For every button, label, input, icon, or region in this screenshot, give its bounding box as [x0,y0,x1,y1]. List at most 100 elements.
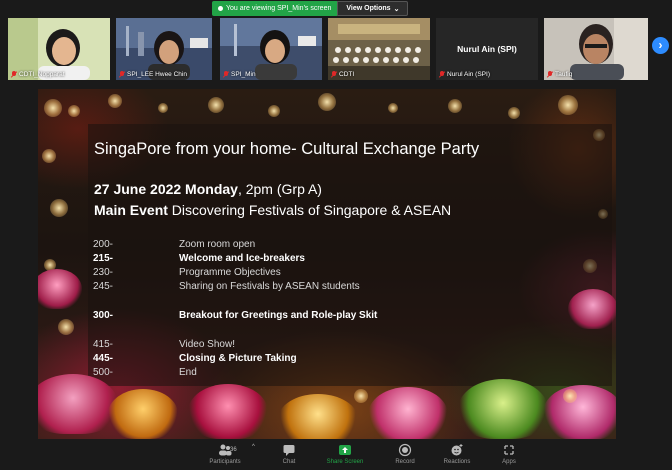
bokeh-light [508,107,520,119]
apps-button[interactable]: Apps [484,443,534,465]
bokeh-light [68,105,80,117]
slide-main-bold: Main Event [94,202,168,218]
microphone-muted-icon [223,71,229,78]
apps-label: Apps [502,459,516,465]
schedule-row: 215- Welcome and Ice-breakers [93,253,305,264]
schedule-item: End [179,367,197,378]
participant-tile[interactable]: SPI_Min [220,18,322,80]
share-screen-button[interactable]: Share Screen [320,443,370,465]
schedule-time: 300- [93,310,114,321]
participant-tile[interactable]: Taufiq [544,18,648,80]
chevron-right-icon[interactable]: › [652,37,669,54]
schedule-row: 300- Breakout for Greetings and Role-play… [93,310,377,321]
schedule-time: 415- [93,339,114,350]
schedule-row: 445- Closing & Picture Taking [93,353,297,364]
bokeh-light [58,319,74,335]
participant-tile[interactable]: CDTI [328,18,430,80]
chat-button[interactable]: Chat [264,443,314,465]
bokeh-light [268,105,280,117]
chat-icon [283,445,295,456]
slide-main-rest: Discovering Festivals of Singapore & ASE… [167,202,452,218]
slide-date-rest: , 2pm (Grp A) [237,181,322,197]
participants-button[interactable]: Participants 36 [200,443,250,465]
slide-date-bold: 27 June 2022 Monday [94,181,238,197]
schedule-time: 445- [93,353,114,364]
participant-name-tag: Nurul Ain (SPI) [439,71,490,78]
participant-tile[interactable]: Nurul Ain (SPI) Nurul Ain (SPI) [436,18,538,80]
record-label: Record [395,459,415,465]
participant-display-name: Nurul Ain (SPI) [457,44,517,54]
participant-name-tag: SPI_Min [223,71,256,78]
screen-share-banner: You are viewing SPI_Min's screen View Op… [212,1,409,16]
zoom-meeting-window: You are viewing SPI_Min's screen View Op… [0,0,672,470]
participant-tile[interactable]: SPI_LEE Hwee Chin [116,18,212,80]
reactions-label: Reactions [443,459,471,465]
participant-name-tag: CDTI [331,71,354,78]
participant-name-tag: Taufiq [547,71,572,78]
reactions-icon [451,444,463,456]
video-gallery-strip: CDTI_Nopparat SPI_LEE Hwee Chin SPI_Min … [8,18,648,80]
view-options-label: View Options [346,5,391,12]
chevron-down-icon: ⌄ [393,5,400,13]
floral-decoration [543,385,616,439]
participant-name: SPI_Min [231,71,256,78]
candle-light [563,389,577,403]
participants-count: 36 [230,447,237,453]
slide-title: SingaPore from your home- Cultural Excha… [94,140,480,158]
view-options-button[interactable]: View Options ⌄ [337,1,409,16]
schedule-time: 245- [93,281,114,292]
bokeh-light [108,94,122,108]
viewing-indicator: You are viewing SPI_Min's screen [212,1,338,16]
microphone-muted-icon [547,71,553,78]
chevron-up-icon[interactable]: ^ [252,444,255,450]
participant-tile[interactable]: CDTI_Nopparat [8,18,110,80]
bokeh-light [42,149,56,163]
microphone-muted-icon [119,71,125,78]
floral-decoration [368,387,448,439]
schedule-item: Closing & Picture Taking [179,353,297,364]
schedule-time: 200- [93,239,114,250]
schedule-item: Welcome and Ice-breakers [179,253,305,264]
participant-name: CDTI_Nopparat [19,71,65,78]
participant-name-tag: SPI_LEE Hwee Chin [119,71,187,78]
schedule-item: Sharing on Festivals by ASEAN students [179,281,360,292]
bokeh-light [318,93,336,111]
bokeh-light [388,103,398,113]
microphone-muted-icon [439,71,445,78]
floral-decoration [188,384,268,439]
floral-decoration [38,269,82,309]
bokeh-light [158,103,168,113]
viewing-text: You are viewing SPI_Min's screen [226,5,332,12]
meeting-toolbar: Participants 36 ^ Chat Share Screen Reco… [0,440,672,470]
participant-name-tag: CDTI_Nopparat [11,71,65,78]
participant-name: CDTI [339,71,355,78]
schedule-row: 500- End [93,367,197,378]
schedule-row: 415- Video Show! [93,339,235,350]
bokeh-light [448,99,462,113]
slide-date: 27 June 2022 Monday, 2pm (Grp A) [94,181,322,197]
participant-name: Taufiq [555,71,573,78]
chat-label: Chat [282,459,296,465]
record-icon [398,443,412,457]
candle-light [354,389,368,403]
floral-decoration [108,389,178,439]
schedule-time: 215- [93,253,114,264]
record-button[interactable]: Record [380,443,430,465]
floral-decoration [458,379,548,439]
bokeh-light [558,95,578,115]
schedule-item: Video Show! [179,339,235,350]
schedule-time: 500- [93,367,114,378]
share-indicator-icon [218,6,223,11]
bokeh-light [208,97,224,113]
schedule-item: Programme Objectives [179,267,281,278]
participant-name: SPI_LEE Hwee Chin [127,71,187,78]
reactions-button[interactable]: Reactions [432,443,482,465]
floral-decoration [38,374,118,434]
participants-label: Participants [209,459,241,465]
slide-main-event: Main Event Discovering Festivals of Sing… [94,202,451,218]
microphone-muted-icon [331,71,337,78]
schedule-row: 245- Sharing on Festivals by ASEAN studen… [93,281,360,292]
schedule-row: 200- Zoom room open [93,239,255,250]
participant-name: Nurul Ain (SPI) [447,71,490,78]
share-screen-label: Share Screen [326,459,364,465]
